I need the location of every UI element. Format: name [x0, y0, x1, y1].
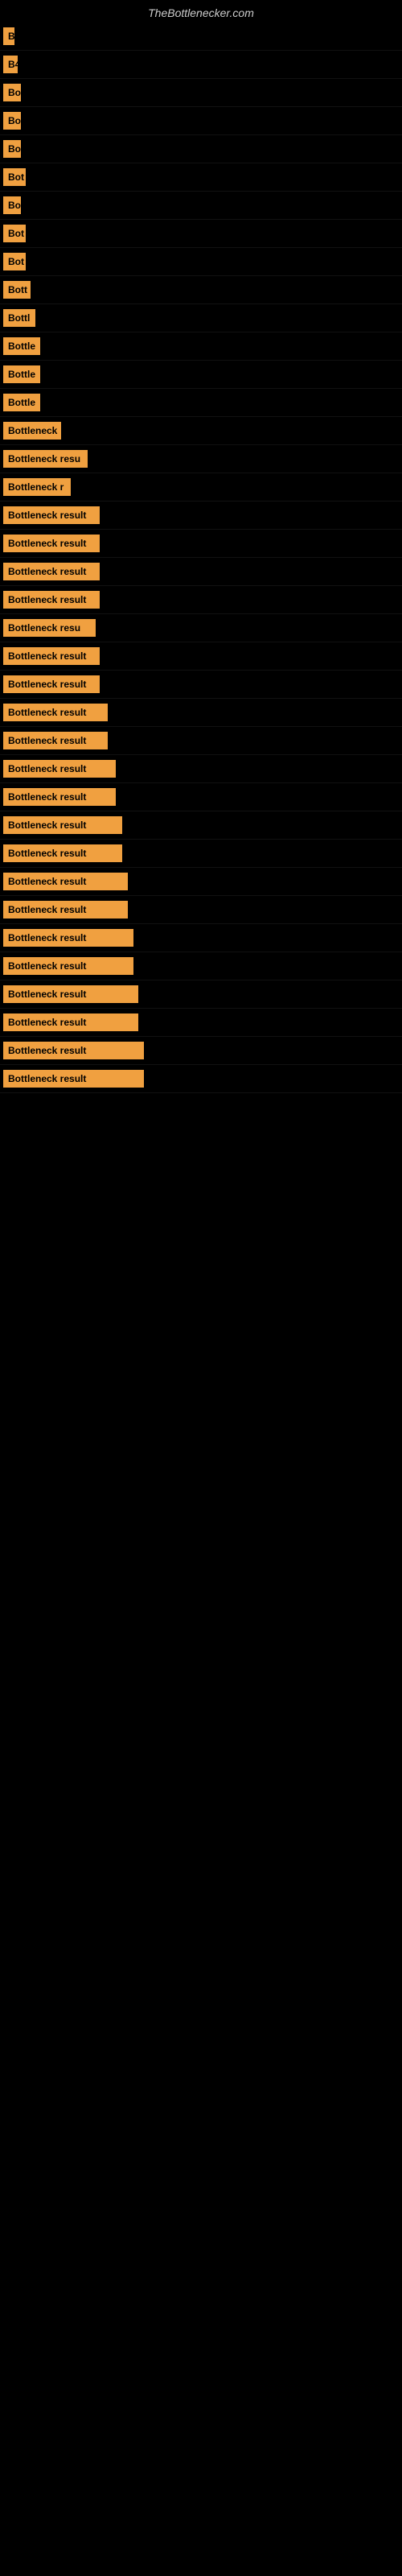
- list-item: Bottleneck result: [0, 896, 402, 924]
- list-item: Bottleneck result: [0, 699, 402, 727]
- bottleneck-label: Bottleneck result: [3, 704, 108, 721]
- bottleneck-label: Bottleneck result: [3, 985, 138, 1003]
- list-item: Bottleneck r: [0, 473, 402, 502]
- bottleneck-label: Bottleneck result: [3, 929, 133, 947]
- list-item: Bottleneck result: [0, 530, 402, 558]
- bottleneck-label: Bottleneck resu: [3, 619, 96, 637]
- list-item: Bo: [0, 192, 402, 220]
- list-item: Bottleneck result: [0, 1037, 402, 1065]
- list-item: Bott: [0, 276, 402, 304]
- bottleneck-label: Bottleneck result: [3, 732, 108, 749]
- list-item: Bottle: [0, 361, 402, 389]
- bottleneck-label: Bo: [3, 140, 21, 158]
- list-item: Bottleneck result: [0, 755, 402, 783]
- bottleneck-label: Bottleneck result: [3, 675, 100, 693]
- bottleneck-label: Bottleneck result: [3, 506, 100, 524]
- bottleneck-label: Bott: [3, 281, 31, 299]
- bottleneck-label: Bot: [3, 168, 26, 186]
- list-item: Bottle: [0, 332, 402, 361]
- list-item: Bot: [0, 248, 402, 276]
- bottleneck-label: Bottle: [3, 365, 40, 383]
- bottleneck-label: Bottleneck result: [3, 760, 116, 778]
- bottleneck-label: Bottleneck result: [3, 1013, 138, 1031]
- bottleneck-label: Bottleneck result: [3, 535, 100, 552]
- list-item: Bo: [0, 135, 402, 163]
- site-title: TheBottlenecker.com: [0, 0, 402, 23]
- bottleneck-label: Bottl: [3, 309, 35, 327]
- bottleneck-label: Bottleneck result: [3, 873, 128, 890]
- list-item: Bottleneck: [0, 417, 402, 445]
- bottleneck-label: Bottleneck result: [3, 1042, 144, 1059]
- list-item: Bottleneck result: [0, 727, 402, 755]
- bottleneck-label: Bottleneck result: [3, 563, 100, 580]
- bottleneck-label: Bottleneck result: [3, 788, 116, 806]
- list-item: Bottleneck result: [0, 1009, 402, 1037]
- list-item: Bo: [0, 79, 402, 107]
- list-item: Bottleneck result: [0, 1065, 402, 1093]
- bottleneck-label: Bottleneck result: [3, 591, 100, 609]
- list-item: Bottleneck result: [0, 868, 402, 896]
- list-item: Bottleneck result: [0, 952, 402, 980]
- list-item: Bottleneck result: [0, 924, 402, 952]
- list-item: Bot: [0, 220, 402, 248]
- bottleneck-label: Bottleneck result: [3, 647, 100, 665]
- bottleneck-label: Bot: [3, 225, 26, 242]
- bottleneck-label: Bottle: [3, 394, 40, 411]
- list-item: Bottleneck result: [0, 783, 402, 811]
- list-item: Bottleneck result: [0, 980, 402, 1009]
- list-item: Bottleneck result: [0, 558, 402, 586]
- list-item: Bo: [0, 107, 402, 135]
- list-item: Bottleneck resu: [0, 445, 402, 473]
- bottleneck-label: Bottleneck r: [3, 478, 71, 496]
- bottleneck-label: Bottleneck: [3, 422, 61, 440]
- bottleneck-label: Bottleneck result: [3, 901, 128, 919]
- list-item: Bottle: [0, 389, 402, 417]
- bottleneck-label: Bottleneck result: [3, 1070, 144, 1088]
- bottleneck-label: Bottleneck result: [3, 957, 133, 975]
- list-item: B4: [0, 51, 402, 79]
- list-item: Bottleneck result: [0, 586, 402, 614]
- bottleneck-label: B: [3, 27, 14, 45]
- list-item: B: [0, 23, 402, 51]
- bottleneck-label: Bo: [3, 196, 21, 214]
- list-item: Bottleneck result: [0, 502, 402, 530]
- bottleneck-label: Bottleneck result: [3, 844, 122, 862]
- list-item: Bottleneck result: [0, 840, 402, 868]
- bottleneck-label: Bottle: [3, 337, 40, 355]
- bottleneck-label: Bo: [3, 84, 21, 101]
- bottleneck-label: Bottleneck result: [3, 816, 122, 834]
- bottleneck-label: Bottleneck resu: [3, 450, 88, 468]
- list-item: Bottleneck resu: [0, 614, 402, 642]
- list-item: Bottleneck result: [0, 642, 402, 671]
- list-item: Bottleneck result: [0, 671, 402, 699]
- bottleneck-label: Bot: [3, 253, 26, 270]
- list-item: Bottl: [0, 304, 402, 332]
- list-item: Bot: [0, 163, 402, 192]
- bottleneck-label: Bo: [3, 112, 21, 130]
- bottleneck-label: B4: [3, 56, 18, 73]
- list-item: Bottleneck result: [0, 811, 402, 840]
